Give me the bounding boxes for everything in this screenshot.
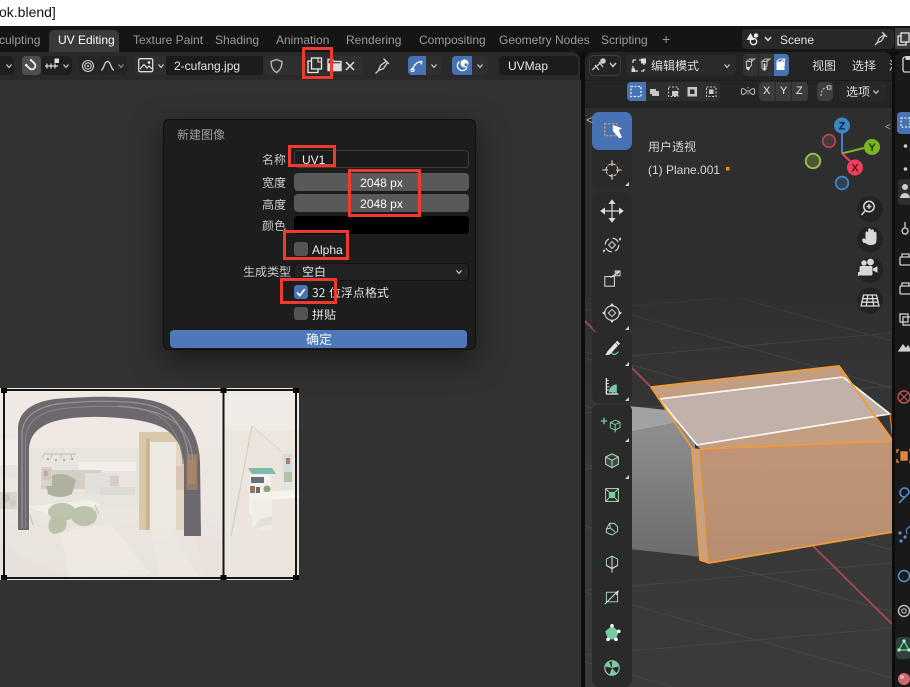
svg-text:Z: Z — [839, 121, 846, 133]
svg-text:<: < — [885, 122, 891, 133]
svg-text:Y: Y — [868, 142, 876, 154]
svg-text:X: X — [851, 163, 859, 175]
